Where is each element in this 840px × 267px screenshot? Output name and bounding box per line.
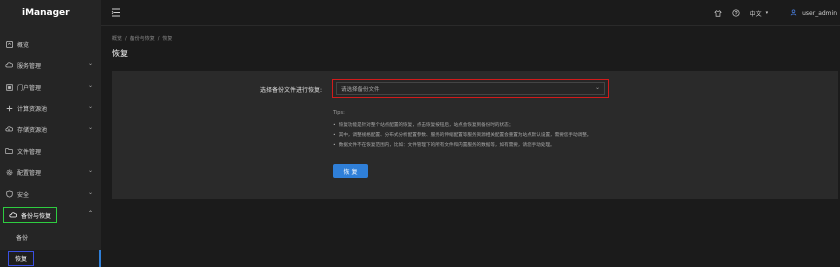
- chevron-down-icon: ⌄: [87, 82, 93, 89]
- chevron-down-icon: ⌄: [87, 103, 93, 110]
- sidebar-item-label: 门户管理: [17, 84, 42, 92]
- sidebar-item-label: 存储资源池: [17, 126, 48, 134]
- menu-toggle-icon[interactable]: [111, 8, 121, 18]
- sidebar-subitem-label: 备份: [16, 234, 29, 242]
- portal-icon: [5, 83, 13, 91]
- page-title: 恢复: [112, 49, 128, 58]
- chevron-down-icon: ⌄: [594, 84, 600, 91]
- sidebar-item-overview[interactable]: 概览: [0, 36, 101, 52]
- backup-icon: [9, 211, 17, 219]
- sidebar-item-file-management[interactable]: 文件管理: [0, 143, 101, 159]
- sidebar-item-storage-pool[interactable]: 存储资源池 ⌄: [0, 121, 101, 137]
- username: user_admin: [802, 9, 837, 17]
- storage-icon: [5, 125, 13, 133]
- sidebar-item-label: 文件管理: [17, 148, 42, 156]
- sidebar-item-label: 安全: [17, 191, 30, 199]
- cloud-icon: [5, 61, 13, 69]
- sidebar-item-label: 计算资源池: [17, 105, 48, 113]
- sidebar-item-backup-restore[interactable]: 备份与恢复: [3, 207, 57, 223]
- user-menu[interactable]: user_admin: [790, 8, 837, 18]
- breadcrumb-item[interactable]: 概览: [112, 36, 122, 42]
- chevron-down-icon: ⌄: [87, 189, 93, 196]
- sidebar-item-service-management[interactable]: 服务管理 ⌄: [0, 57, 101, 73]
- app-logo: iManager: [22, 8, 70, 18]
- sidebar-item-label: 配置管理: [17, 169, 42, 177]
- gear-icon: [5, 168, 13, 176]
- tip-item: 数据文件不在恢复范围内，比如：文件管理下的所有文件和内置服务的数据等，如有需要，…: [333, 142, 555, 148]
- top-bar: 中文 ▾ user_admin: [101, 0, 840, 26]
- restore-panel: 选择备份文件进行恢复: 请选择备份文件 ⌄ Tips: 恢复功能是针对整个站点配…: [112, 71, 838, 199]
- shield-icon: [5, 190, 13, 198]
- header-actions: 中文 ▾ user_admin: [704, 0, 840, 26]
- shirt-icon[interactable]: [713, 9, 722, 17]
- tips-title: Tips:: [333, 110, 345, 116]
- restore-button[interactable]: 恢 复: [333, 164, 368, 178]
- sidebar-item-label: 备份与恢复: [21, 212, 52, 220]
- folder-icon: [5, 147, 13, 155]
- backup-file-select[interactable]: 请选择备份文件 ⌄: [332, 79, 609, 98]
- sidebar-subitem-restore[interactable]: 恢复: [0, 250, 101, 267]
- language-selector[interactable]: 中文 ▾: [750, 9, 769, 18]
- chevron-down-icon: ⌄: [87, 124, 93, 131]
- help-icon[interactable]: [732, 9, 740, 17]
- chevron-down-icon: ⌄: [87, 167, 93, 174]
- sidebar-item-portal-management[interactable]: 门户管理 ⌄: [0, 79, 101, 95]
- sidebar-subitem-backup[interactable]: 备份: [0, 229, 101, 245]
- sidebar-item-label: 服务管理: [17, 62, 42, 70]
- breadcrumb-separator: /: [157, 36, 160, 42]
- breadcrumb: 概览 / 备份与恢复 / 恢复: [112, 35, 172, 42]
- sidebar-item-config-management[interactable]: 配置管理 ⌄: [0, 164, 101, 180]
- backup-file-label: 选择备份文件进行恢复:: [260, 87, 323, 94]
- dashboard-icon: [5, 40, 13, 48]
- language-label: 中文: [749, 10, 762, 18]
- chevron-down-icon: ⌄: [87, 60, 93, 67]
- sidebar: iManager 概览 服务管理 ⌄ 门户管理 ⌄ 计算资源池 ⌄ 存储资源池 …: [0, 0, 101, 267]
- tip-item: 恢复功能是针对整个站点配置的恢复，点击恢复按钮后，站点会恢复到备份时的状态；: [333, 122, 514, 128]
- tip-item: 其中，调整规格配置、分布式分析配置参数、服务的伸缩配置等服务资源相关配置会重置为…: [333, 132, 592, 138]
- sidebar-item-compute-pool[interactable]: 计算资源池 ⌄: [0, 100, 101, 116]
- breadcrumb-item-current: 恢复: [162, 36, 173, 42]
- sidebar-item-security[interactable]: 安全 ⌄: [0, 186, 101, 202]
- sidebar-subitem-label: 恢复: [8, 251, 35, 266]
- breadcrumb-separator: /: [125, 36, 127, 42]
- chevron-up-icon[interactable]: ⌃: [88, 210, 93, 217]
- sidebar-item-label: 概览: [17, 41, 30, 49]
- user-icon: [790, 8, 797, 18]
- compute-icon: [5, 104, 13, 112]
- breadcrumb-item[interactable]: 备份与恢复: [130, 36, 155, 42]
- caret-down-icon: ▾: [765, 10, 769, 16]
- select-placeholder: 请选择备份文件: [341, 86, 380, 93]
